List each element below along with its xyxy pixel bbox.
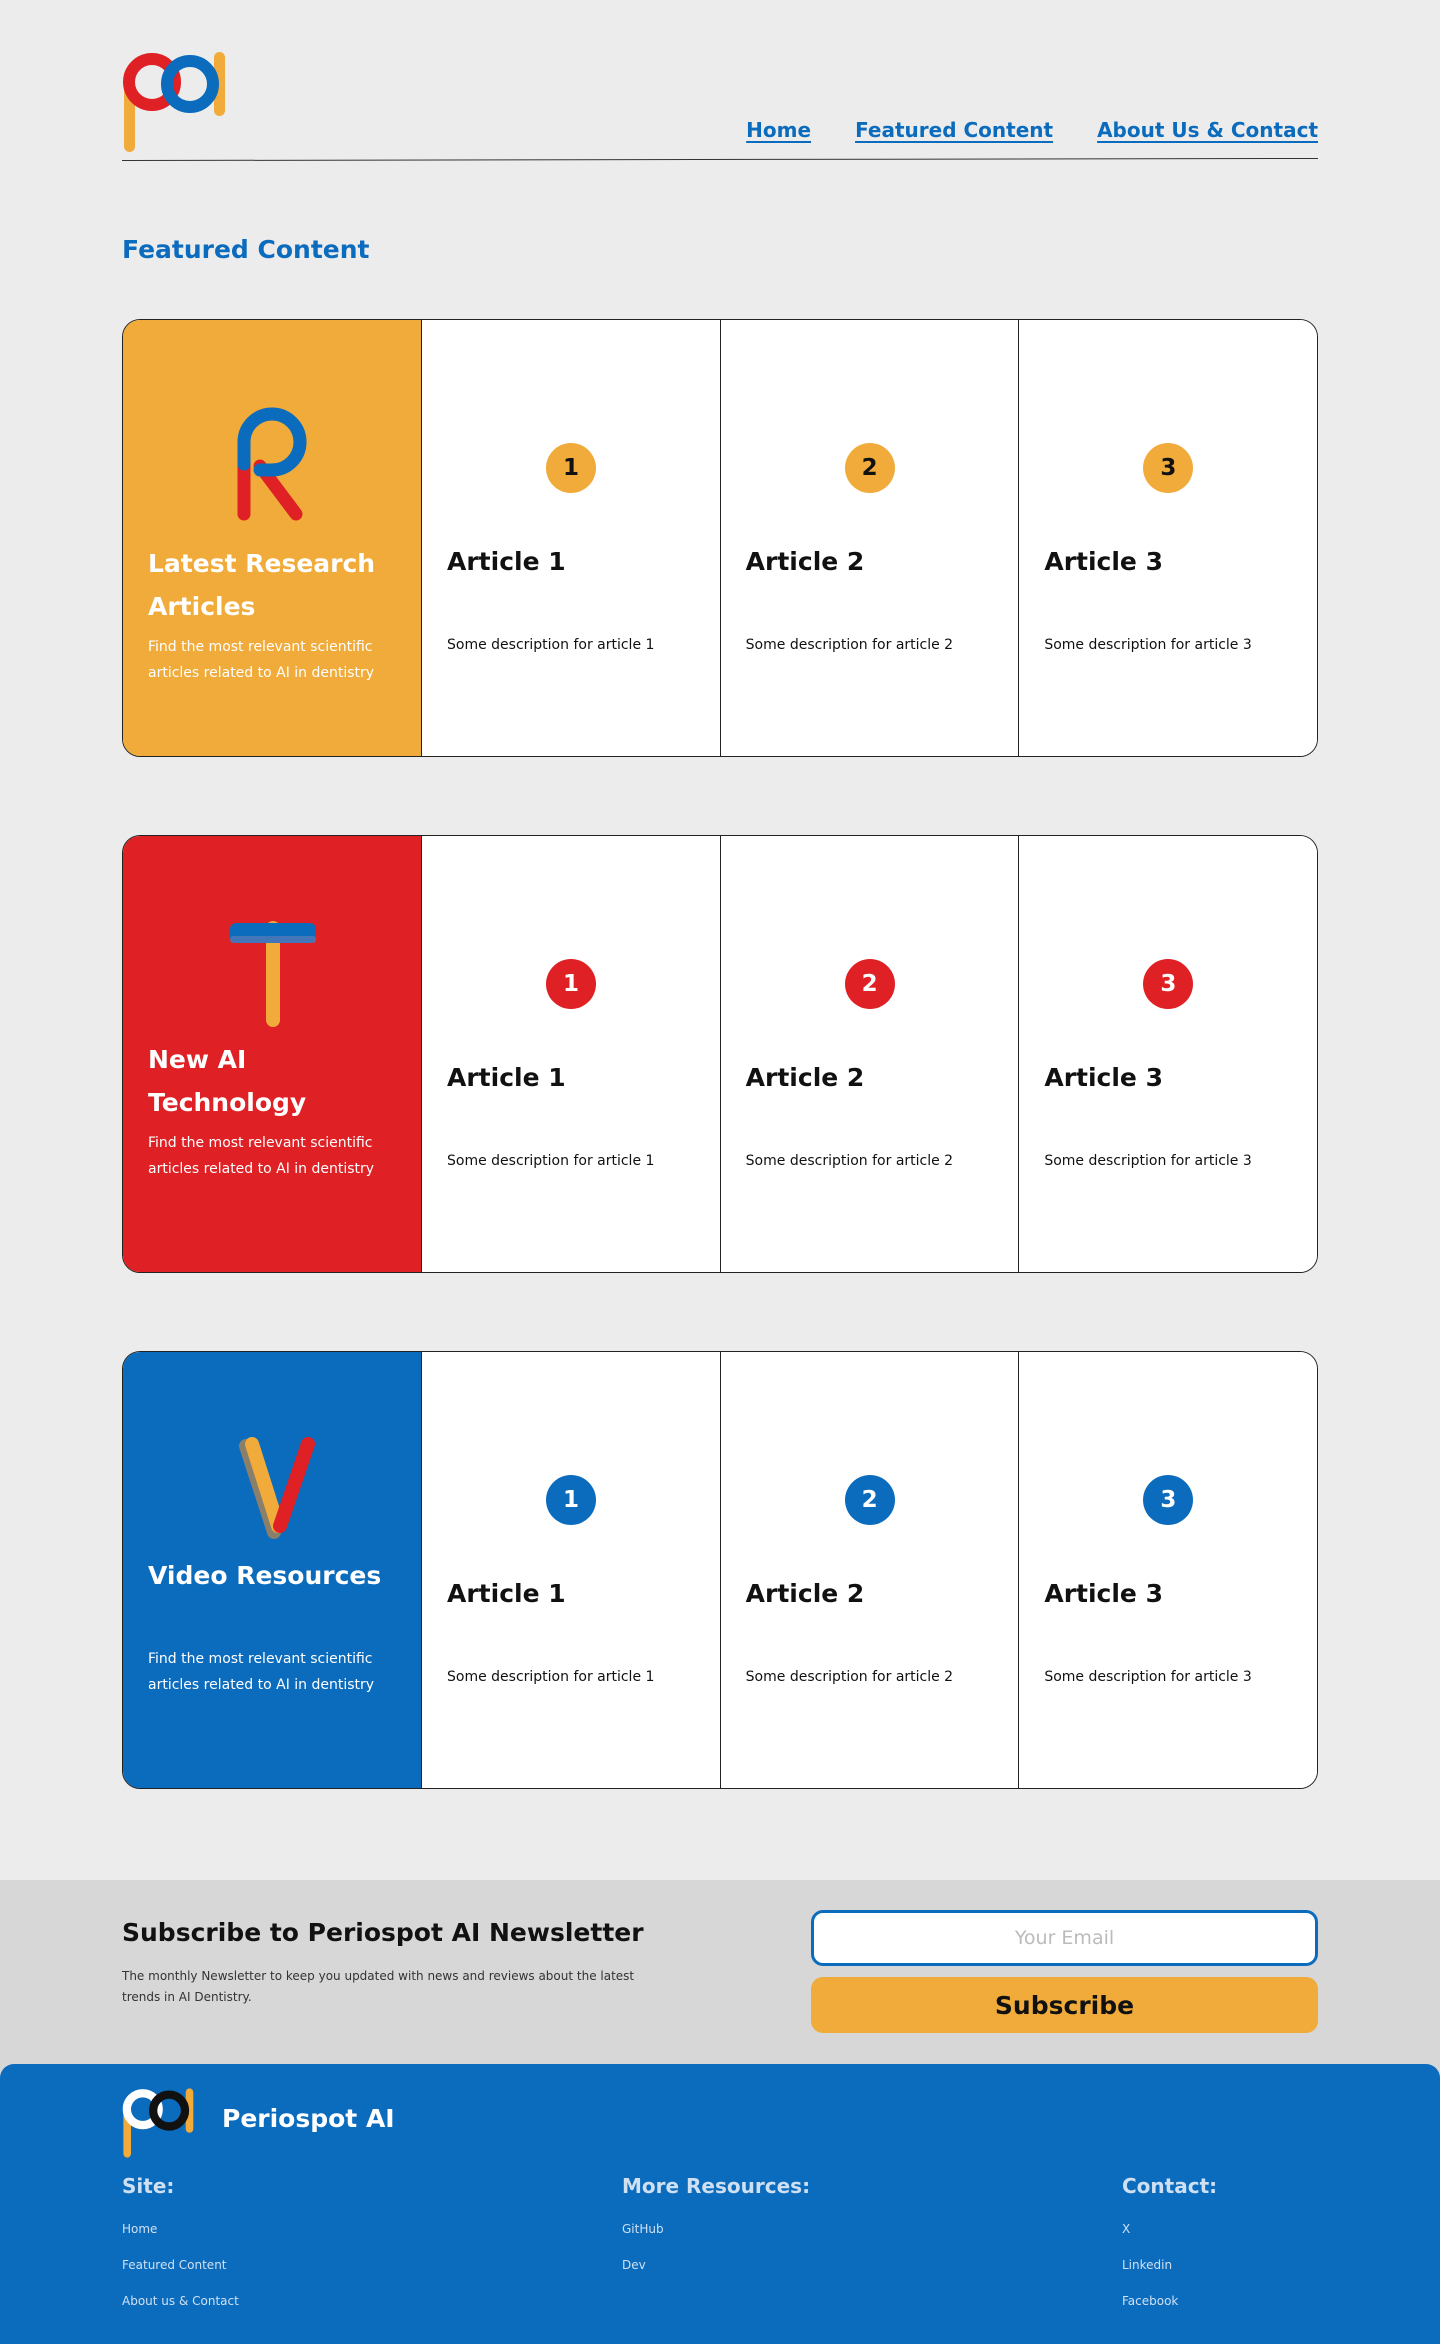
footer-link-linkedin[interactable]: Linkedin — [1122, 2258, 1217, 2272]
article-card-2[interactable]: 2 Article 2 Some description for article… — [720, 1352, 1020, 1788]
footer-link-home[interactable]: Home — [122, 2222, 239, 2236]
article-card-2[interactable]: 2 Article 2 Some description for article… — [720, 320, 1020, 756]
category-description: Find the most relevant scientific articl… — [148, 639, 375, 681]
nav-about-link[interactable]: About Us & Contact — [1097, 118, 1318, 142]
footer-column-heading: More Resources: — [622, 2174, 811, 2198]
article-description: Some description for article 2 — [745, 637, 954, 653]
article-title: Article 1 — [447, 547, 566, 576]
letter-r-icon — [237, 407, 307, 521]
footer-resources-column: More Resources: GitHub Dev — [622, 2174, 810, 2294]
article-description: Some description for article 1 — [447, 1669, 655, 1685]
article-number-badge: 1 — [546, 443, 596, 493]
footer-link-featured[interactable]: Featured Content — [122, 2258, 239, 2272]
footer-link-facebook[interactable]: Facebook — [1122, 2294, 1217, 2308]
footer-column-heading: Contact: — [1122, 2174, 1218, 2198]
article-number-badge: 1 — [546, 1475, 596, 1525]
article-title: Article 2 — [745, 1579, 865, 1608]
category-title: New AI Technology — [148, 1045, 307, 1117]
letter-t-icon — [230, 921, 316, 1027]
footer-column-heading: Site: — [122, 2174, 175, 2198]
category-row-video: Video Resources Find the most relevant s… — [122, 1351, 1318, 1789]
article-title: Article 2 — [745, 1063, 865, 1092]
newsletter-description: The monthly Newsletter to keep you updat… — [122, 1969, 635, 2004]
article-title: Article 3 — [1044, 547, 1163, 576]
category-panel-video[interactable]: Video Resources Find the most relevant s… — [123, 1352, 422, 1788]
newsletter-section: Subscribe to Periospot AI Newsletter The… — [0, 1880, 1440, 2090]
site-header: Home Featured Content About Us & Contact — [122, 52, 1318, 162]
footer-site-column: Site: Home Featured Content About us & C… — [122, 2174, 239, 2330]
nav-home-link[interactable]: Home — [746, 118, 811, 142]
article-description: Some description for article 3 — [1044, 637, 1252, 653]
article-number-badge: 3 — [1143, 959, 1194, 1009]
nav-featured-link[interactable]: Featured Content — [855, 118, 1053, 142]
category-row-research: Latest Research Articles Find the most r… — [122, 319, 1318, 757]
article-description: Some description for article 1 — [447, 1153, 655, 1169]
category-description: Find the most relevant scientific articl… — [148, 1651, 375, 1693]
site-footer: Periospot AI Site: Home Featured Content… — [0, 2064, 1440, 2344]
article-card-3[interactable]: 3 Article 3 Some description for article… — [1019, 320, 1317, 756]
letter-v-icon — [239, 1437, 315, 1539]
article-number-badge: 3 — [1143, 443, 1194, 493]
article-card-2[interactable]: 2 Article 2 Some description for article… — [720, 836, 1020, 1272]
article-card-1[interactable]: 1 Article 1 Some description for article… — [422, 836, 721, 1272]
email-input[interactable] — [811, 1910, 1318, 1966]
newsletter-title: Subscribe to Periospot AI Newsletter — [122, 1918, 644, 1947]
article-title: Article 2 — [745, 547, 865, 576]
footer-brand-name: Periospot AI — [222, 2104, 395, 2133]
article-card-3[interactable]: 3 Article 3 Some description for article… — [1019, 836, 1317, 1272]
periospot-logo-icon[interactable] — [122, 2088, 194, 2158]
article-title: Article 1 — [447, 1579, 566, 1608]
category-title: Latest Research Articles — [148, 549, 376, 621]
category-panel-technology[interactable]: New AI Technology Find the most relevant… — [123, 836, 422, 1272]
article-description: Some description for article 3 — [1044, 1669, 1252, 1685]
featured-content-heading: Featured Content — [122, 235, 370, 264]
footer-link-dev[interactable]: Dev — [622, 2258, 810, 2272]
article-title: Article 3 — [1044, 1063, 1163, 1092]
article-description: Some description for article 3 — [1044, 1153, 1252, 1169]
article-description: Some description for article 2 — [745, 1669, 954, 1685]
article-card-3[interactable]: 3 Article 3 Some description for article… — [1019, 1352, 1317, 1788]
article-number-badge: 1 — [546, 959, 596, 1009]
category-description: Find the most relevant scientific articl… — [148, 1135, 375, 1177]
article-number-badge: 2 — [844, 959, 895, 1009]
header-divider — [122, 157, 1318, 162]
footer-link-github[interactable]: GitHub — [622, 2222, 810, 2236]
article-number-badge: 2 — [844, 443, 895, 493]
article-description: Some description for article 2 — [745, 1153, 954, 1169]
footer-link-x[interactable]: X — [1122, 2222, 1217, 2236]
periospot-logo-icon[interactable] — [122, 52, 226, 152]
article-card-1[interactable]: 1 Article 1 Some description for article… — [422, 320, 721, 756]
category-title: Video Resources — [148, 1561, 382, 1590]
subscribe-button[interactable]: Subscribe — [811, 1977, 1318, 2033]
article-title: Article 3 — [1044, 1579, 1163, 1608]
footer-contact-column: Contact: X Linkedin Facebook — [1122, 2174, 1217, 2330]
category-panel-research[interactable]: Latest Research Articles Find the most r… — [123, 320, 422, 756]
article-number-badge: 3 — [1143, 1475, 1194, 1525]
main-nav: Home Featured Content About Us & Contact — [746, 118, 1318, 142]
article-title: Article 1 — [447, 1063, 566, 1092]
category-row-technology: New AI Technology Find the most relevant… — [122, 835, 1318, 1273]
article-card-1[interactable]: 1 Article 1 Some description for article… — [422, 1352, 721, 1788]
article-description: Some description for article 1 — [447, 637, 655, 653]
footer-link-about[interactable]: About us & Contact — [122, 2294, 239, 2308]
article-number-badge: 2 — [844, 1475, 895, 1525]
